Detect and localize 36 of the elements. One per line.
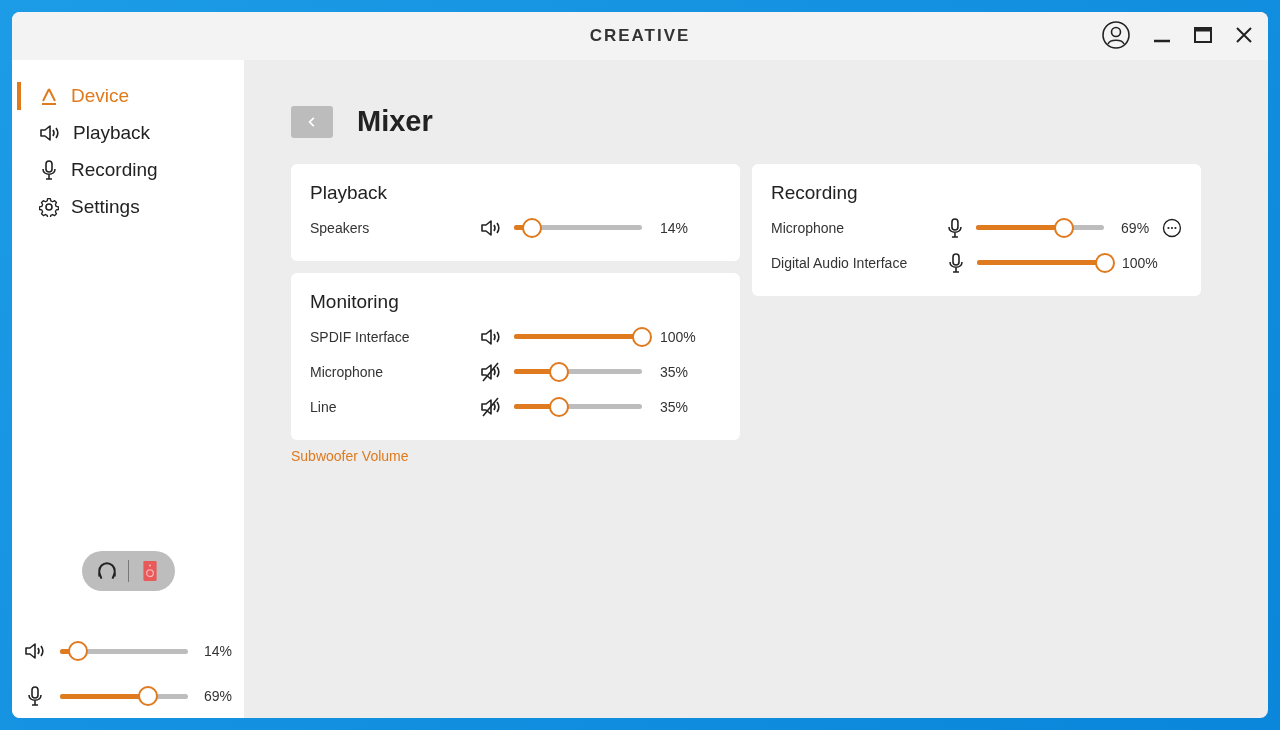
more-icon[interactable] (1162, 217, 1182, 238)
channel-name: SPDIF Interface (310, 328, 411, 345)
sidebar-item[interactable]: Playback (17, 119, 244, 147)
muted-speaker-icon[interactable] (480, 396, 502, 417)
channel-name: Line (310, 398, 338, 415)
channel-name: Digital Audio Interface (771, 254, 909, 271)
card-title: Recording (771, 182, 859, 204)
volume-reading: 14% (204, 643, 233, 659)
volume-reading: 35% (660, 398, 689, 415)
volume-reading: 69% (1121, 219, 1150, 236)
muted-speaker-icon[interactable] (480, 361, 502, 382)
sidebar-item[interactable]: Settings (17, 193, 244, 221)
settings-icon (39, 197, 59, 217)
triangle-icon (39, 86, 59, 106)
account-icon[interactable] (1101, 20, 1131, 50)
channel-name: Speakers (310, 219, 371, 236)
volume-reading: 14% (660, 219, 689, 236)
channel-name: Microphone (310, 363, 385, 380)
card-title: Playback (310, 182, 389, 204)
page-title: Mixer (357, 105, 433, 138)
sidebar-item[interactable]: Recording (17, 156, 244, 184)
headphones-icon[interactable] (95, 560, 118, 582)
maximize-icon[interactable] (1193, 25, 1213, 45)
volume-reading: 35% (660, 363, 689, 380)
speaker-icon (39, 123, 61, 143)
volume-reading: 69% (204, 688, 233, 704)
card-title: Monitoring (310, 291, 400, 313)
speaker-icon (24, 641, 46, 661)
window-title: CREATIVE (589, 26, 691, 46)
microphone-icon (39, 160, 59, 180)
channel-name: Microphone (771, 219, 846, 236)
speaker-icon[interactable] (480, 217, 502, 238)
speaker-icon[interactable] (480, 326, 502, 347)
volume-reading: 100% (1122, 254, 1158, 271)
close-icon[interactable] (1234, 25, 1254, 45)
volume-reading: 100% (660, 328, 696, 345)
